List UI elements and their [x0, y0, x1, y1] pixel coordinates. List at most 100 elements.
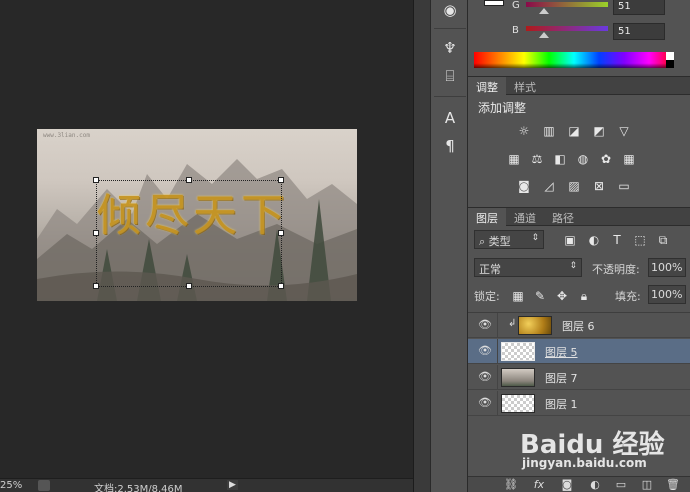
filter-adjustment-icon[interactable]: ◐	[586, 233, 602, 247]
layer-name[interactable]: 图层 7	[545, 370, 578, 386]
color-balance-icon[interactable]: ⚖	[529, 152, 545, 166]
channel-label-g: G	[512, 0, 520, 11]
brightness-icon[interactable]: ☼	[516, 124, 532, 138]
status-menu-arrow-icon[interactable]: ▶	[227, 480, 238, 490]
lock-image-pixels-icon[interactable]: ✎	[532, 289, 548, 303]
right-panel-dock: G 51 B 51 调整 样式 添加调整 ☼ ▥ ◪ ◩ ▽ ▦ ⚖ ◧ ◍ ✿…	[468, 0, 690, 492]
layer-filter-value: 类型	[488, 235, 511, 248]
visibility-column: 👁︎	[468, 391, 498, 416]
blend-mode-value: 正常	[479, 263, 501, 276]
chevron-updown-icon: ⇕	[569, 261, 577, 271]
character-icon[interactable]: A	[439, 108, 461, 128]
zoom-level[interactable]: 25%	[0, 480, 22, 491]
new-layer-icon[interactable]: ◫	[640, 478, 654, 492]
black-white-icon[interactable]: ◧	[552, 152, 568, 166]
opacity-label: 不透明度:	[592, 263, 640, 276]
brush-presets-icon[interactable]: ♆	[439, 38, 461, 58]
color-spectrum-ramp[interactable]	[474, 52, 674, 68]
layer-row-selected[interactable]: 👁︎ 图层 5	[468, 339, 690, 364]
eye-icon[interactable]: 👁︎	[478, 371, 492, 383]
free-transform-bounding-box[interactable]	[93, 177, 284, 289]
visibility-column: 👁︎	[468, 313, 498, 338]
baidu-url: jingyan.baidu.com	[522, 456, 647, 470]
paragraph-icon[interactable]: ¶	[439, 136, 461, 156]
color-lookup-icon[interactable]: ▦	[621, 152, 637, 166]
layer-thumbnail-landscape	[501, 368, 535, 387]
eye-icon[interactable]: 👁︎	[478, 319, 492, 331]
blend-mode-select[interactable]: 正常 ⇕	[474, 258, 582, 277]
vibrance-icon[interactable]: ▽	[616, 124, 632, 138]
gradient-map-icon[interactable]: ▭	[616, 179, 632, 193]
visibility-column: 👁︎	[468, 339, 498, 364]
history-icon[interactable]: ◉	[439, 0, 461, 20]
foreground-color-swatch[interactable]	[484, 0, 504, 6]
strip-divider	[434, 96, 466, 97]
black-white-ramp[interactable]	[666, 52, 674, 68]
transform-handle-top-left[interactable]	[93, 177, 99, 183]
channel-label-b: B	[512, 25, 519, 36]
layer-name[interactable]: 图层 6	[562, 318, 595, 334]
green-slider-track[interactable]	[526, 2, 608, 7]
layer-filter-select[interactable]: ⌕ 类型 ⇕	[474, 230, 544, 249]
tab-paths[interactable]: 路径	[544, 208, 582, 226]
eye-icon[interactable]: 👁︎	[478, 397, 492, 409]
hue-saturation-icon[interactable]: ▦	[506, 152, 522, 166]
filter-shape-icon[interactable]: ⬚	[632, 233, 648, 247]
layer-thumbnail-text	[501, 342, 535, 361]
threshold-icon[interactable]: ▨	[566, 179, 582, 193]
lock-all-icon[interactable]: 🔒︎	[576, 289, 592, 303]
green-slider-thumb[interactable]	[539, 8, 549, 14]
tool-presets-icon[interactable]: ⌸	[439, 66, 461, 86]
photo-filter-icon[interactable]: ◍	[575, 152, 591, 166]
new-group-icon[interactable]: ▭	[614, 478, 628, 492]
blue-slider-track[interactable]	[526, 26, 608, 31]
curves-icon[interactable]: ◪	[566, 124, 582, 138]
delete-layer-icon[interactable]: 🗑︎	[666, 478, 680, 492]
lock-label: 锁定:	[474, 290, 500, 303]
transform-handle-middle-right[interactable]	[278, 230, 284, 236]
eye-icon[interactable]: 👁︎	[478, 345, 492, 357]
tab-styles[interactable]: 样式	[506, 77, 544, 95]
opacity-field[interactable]: 100%	[648, 258, 686, 277]
tab-channels[interactable]: 通道	[506, 208, 544, 226]
transform-handle-top-center[interactable]	[186, 177, 192, 183]
layer-name[interactable]: 图层 1	[545, 396, 578, 412]
layer-name[interactable]: 图层 5	[545, 344, 578, 360]
layers-tab-bar: 图层 通道 路径	[468, 208, 690, 226]
transform-handle-top-right[interactable]	[278, 177, 284, 183]
transform-handle-middle-left[interactable]	[93, 230, 99, 236]
filter-type-icon[interactable]: T	[609, 233, 625, 247]
tab-layers[interactable]: 图层	[468, 208, 506, 226]
channel-mixer-icon[interactable]: ✿	[598, 152, 614, 166]
transform-handle-bottom-left[interactable]	[93, 283, 99, 289]
transform-handle-bottom-right[interactable]	[278, 283, 284, 289]
layer-style-fx-icon[interactable]: fx	[532, 478, 546, 492]
new-adjustment-layer-icon[interactable]: ◐	[588, 478, 602, 492]
exposure-icon[interactable]: ◩	[591, 124, 607, 138]
adjustments-panel: 调整 样式 添加调整 ☼ ▥ ◪ ◩ ▽ ▦ ⚖ ◧ ◍ ✿ ▦ ◙ ◿ ▨ ⊠…	[468, 76, 690, 207]
green-value-field[interactable]: 51	[613, 0, 665, 15]
baidu-jingyan-watermark: Baidu 经验 jingyan.baidu.com	[520, 424, 680, 474]
layer-row[interactable]: 👁︎ 图层 7	[468, 365, 690, 390]
document-workspace[interactable]: www.3lian.com 倾尽天下	[0, 0, 413, 478]
posterize-icon[interactable]: ◿	[541, 179, 557, 193]
blue-slider-thumb[interactable]	[539, 32, 549, 38]
layer-row[interactable]: 👁︎ ↲ 图层 6	[468, 313, 690, 338]
link-layers-icon[interactable]: ⛓	[504, 478, 518, 492]
selective-color-icon[interactable]: ⊠	[591, 179, 607, 193]
layer-row[interactable]: 👁︎ 图层 1	[468, 391, 690, 416]
clipping-arrow-icon: ↲	[508, 318, 517, 329]
blue-value-field[interactable]: 51	[613, 23, 665, 40]
transform-handle-bottom-center[interactable]	[186, 283, 192, 289]
filter-pixel-icon[interactable]: ▣	[562, 233, 578, 247]
invert-icon[interactable]: ◙	[516, 179, 532, 193]
filter-smart-object-icon[interactable]: ⧉	[655, 233, 671, 247]
fill-field[interactable]: 100%	[648, 285, 686, 304]
lock-transparent-pixels-icon[interactable]: ▦	[510, 289, 526, 303]
lock-position-icon[interactable]: ✥	[554, 289, 570, 303]
tab-adjustments[interactable]: 调整	[468, 77, 506, 95]
adjustments-title: 添加调整	[478, 101, 527, 115]
add-mask-icon[interactable]: ◙	[560, 478, 574, 492]
document-status-icon[interactable]	[38, 480, 50, 491]
levels-icon[interactable]: ▥	[541, 124, 557, 138]
